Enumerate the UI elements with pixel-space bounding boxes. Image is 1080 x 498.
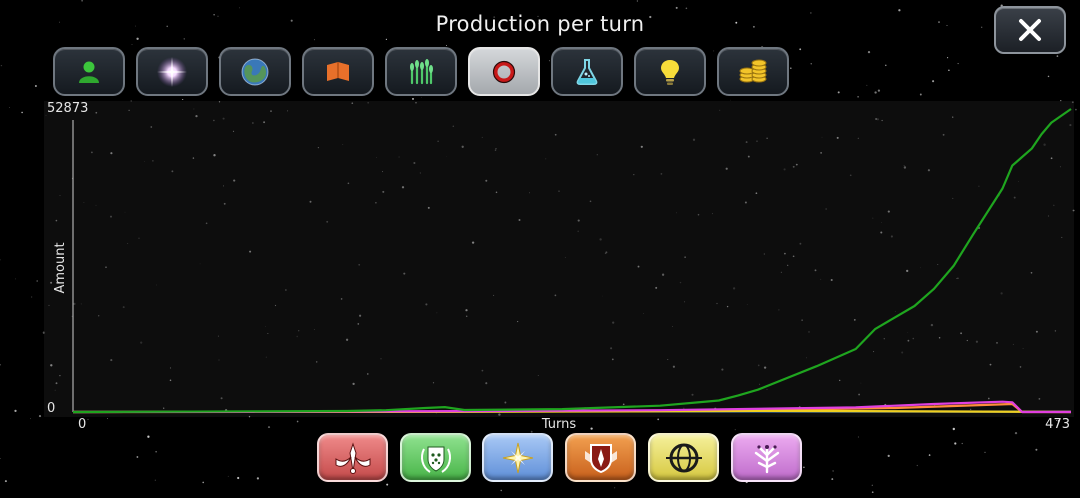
civ-button-blue[interactable] (482, 433, 553, 482)
x-axis-label: Turns (541, 417, 577, 432)
civ-red-emblem-icon (335, 441, 370, 474)
civ-blue-star-icon (502, 442, 533, 473)
civ-button-orange[interactable] (565, 433, 636, 482)
x-max-tick-label: 473 (1045, 417, 1070, 432)
civ-purple-tree-icon (754, 444, 779, 473)
civ-button-yellow[interactable] (648, 433, 719, 482)
x-min-tick-label: 0 (78, 417, 86, 432)
civ-button-purple[interactable] (731, 433, 802, 482)
civ-button-green[interactable] (400, 433, 471, 482)
y-max-tick-label: 52873 (47, 101, 88, 116)
y-min-tick-label: 0 (47, 401, 55, 416)
civ-green-wreath-icon (420, 446, 451, 473)
y-axis-label: Amount (53, 242, 68, 293)
civ-yellow-globe-icon (665, 443, 702, 472)
civ-button-red[interactable] (317, 433, 388, 482)
series-line (72, 108, 1072, 414)
civ-orange-shield-icon (584, 443, 617, 473)
production-chart: 52873 0 0 473 Turns Amount (47, 101, 1072, 432)
